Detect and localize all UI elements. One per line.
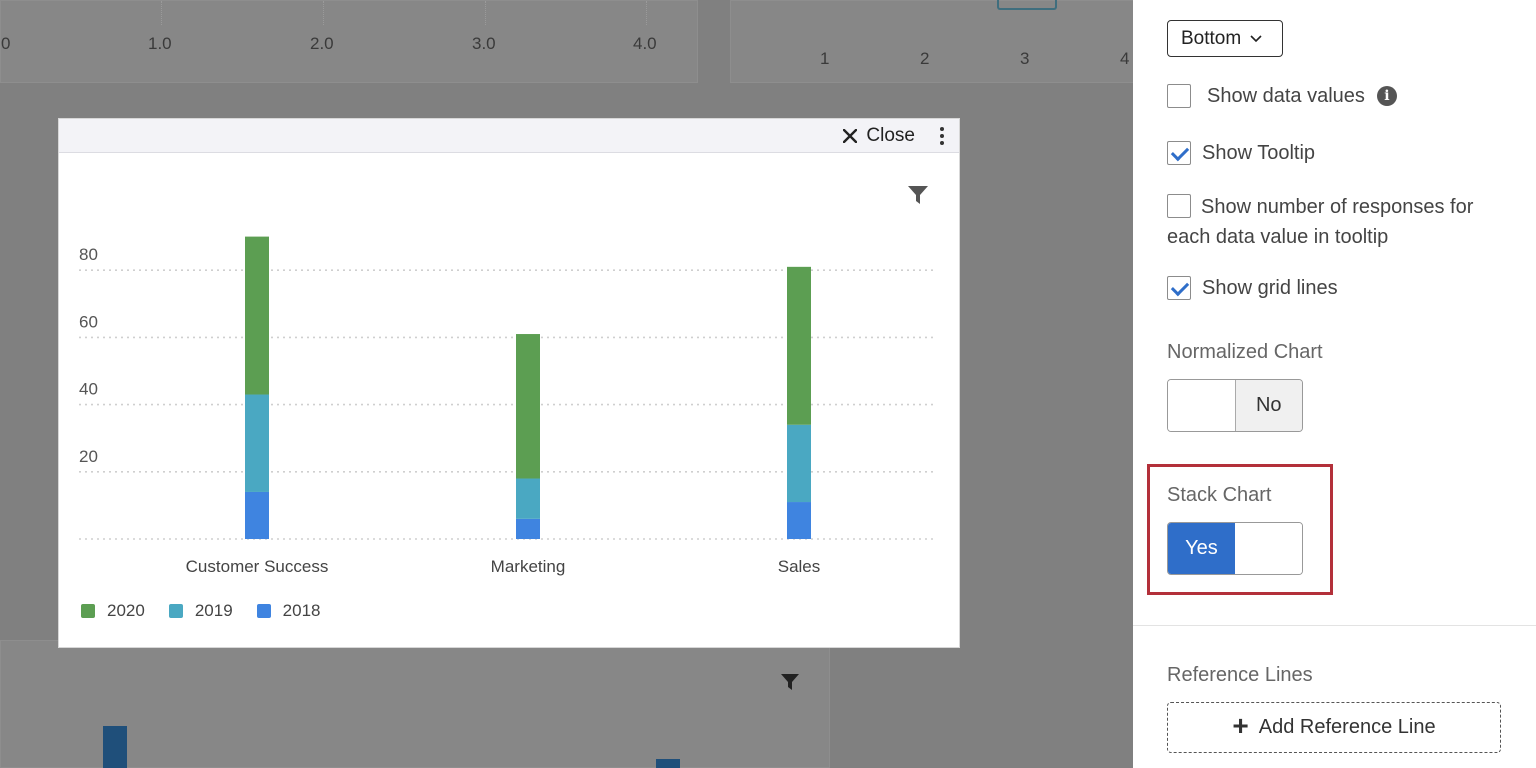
close-label: Close bbox=[866, 125, 915, 146]
info-icon[interactable]: i bbox=[1376, 86, 1397, 106]
add-reference-line-label: Add Reference Line bbox=[1258, 716, 1436, 738]
show-data-values-row: Show data values i bbox=[1167, 84, 1397, 108]
x-category-label: Sales bbox=[778, 557, 821, 576]
bg-x-tick: 0 bbox=[1, 34, 11, 53]
bg-x-tick: 2 bbox=[920, 49, 930, 68]
close-x-icon bbox=[843, 129, 858, 143]
toggle-off-segment[interactable] bbox=[1235, 523, 1302, 574]
show-grid-lines-checkbox[interactable] bbox=[1167, 276, 1191, 300]
bg-grid-line bbox=[646, 1, 647, 25]
add-reference-line-button[interactable]: + Add Reference Line bbox=[1167, 702, 1501, 753]
bg-x-tick: 4 bbox=[1120, 49, 1130, 68]
bar-segment bbox=[787, 502, 811, 539]
dropdown-value: Bottom bbox=[1181, 27, 1242, 49]
bar-segment bbox=[516, 478, 540, 519]
chart-legend: 2020 2019 2018 bbox=[81, 601, 320, 621]
bar-segment bbox=[245, 394, 269, 492]
legend-swatch bbox=[256, 604, 271, 618]
legend-label: 2019 bbox=[194, 601, 233, 620]
bg-grid-line bbox=[161, 1, 162, 25]
chevron-down-icon bbox=[1250, 34, 1262, 42]
normalized-chart-toggle[interactable]: No bbox=[1167, 379, 1303, 432]
bg-x-tick: 3 bbox=[1020, 49, 1030, 68]
bg-x-tick: 2.0 bbox=[310, 34, 334, 53]
bg-bar bbox=[656, 759, 680, 768]
toggle-off-segment[interactable] bbox=[1168, 380, 1235, 431]
bar-segment bbox=[245, 236, 269, 395]
y-tick-label: 20 bbox=[79, 447, 98, 466]
legend-swatch bbox=[81, 604, 95, 618]
background-chart-widget: 0 1.0 2.0 3.0 4.0 bbox=[0, 0, 698, 83]
kebab-menu-icon[interactable] bbox=[937, 127, 947, 147]
stack-chart-toggle[interactable]: Yes bbox=[1167, 522, 1303, 575]
bar-segment bbox=[245, 491, 269, 539]
legend-label: 2018 bbox=[282, 601, 321, 620]
chart-modal: Close 20 40 60 80 Customer Success Marketing S… bbox=[58, 118, 960, 648]
legend-item-2020[interactable]: 2020 bbox=[81, 601, 145, 621]
y-tick-label: 80 bbox=[79, 245, 98, 264]
show-tooltip-row: Show Tooltip bbox=[1167, 141, 1315, 165]
legend-swatch bbox=[168, 604, 183, 618]
chart-settings-panel: Bottom Show data values i Show Tooltip S… bbox=[1133, 0, 1536, 768]
legend-item-2018[interactable]: 2018 bbox=[256, 601, 321, 621]
bar-segment bbox=[787, 266, 811, 425]
show-responses-label: Show number of responses for each data v… bbox=[1167, 196, 1474, 248]
bg-bar bbox=[103, 726, 127, 768]
plus-icon: + bbox=[1232, 710, 1249, 741]
section-divider bbox=[1133, 625, 1536, 626]
background-chart-widget: 1 2 3 4 bbox=[730, 0, 1134, 83]
stacked-bar-chart: 20 40 60 80 Customer Success Marketing Sales bbox=[79, 236, 933, 576]
bg-box-mark bbox=[997, 0, 1057, 10]
bg-grid-line bbox=[323, 1, 324, 25]
show-data-values-label: Show data values bbox=[1207, 84, 1365, 107]
bg-x-tick: 1 bbox=[820, 49, 830, 68]
bg-filter-icon bbox=[781, 674, 799, 690]
toggle-no-segment[interactable]: No bbox=[1234, 380, 1302, 431]
show-tooltip-checkbox[interactable] bbox=[1167, 141, 1191, 165]
bar-segment bbox=[787, 424, 811, 503]
background-chart-widget bbox=[0, 640, 830, 768]
show-grid-lines-label: Show grid lines bbox=[1202, 276, 1338, 299]
modal-header: Close bbox=[59, 119, 959, 153]
normalized-chart-label: Normalized Chart bbox=[1167, 341, 1323, 363]
toggle-yes-segment[interactable]: Yes bbox=[1168, 523, 1235, 574]
x-category-label: Marketing bbox=[491, 557, 566, 576]
show-grid-lines-row: Show grid lines bbox=[1167, 276, 1338, 300]
bar-segment bbox=[516, 334, 540, 479]
reference-lines-label: Reference Lines bbox=[1167, 664, 1313, 686]
legend-label: 2020 bbox=[107, 601, 145, 620]
y-tick-label: 40 bbox=[79, 380, 98, 399]
legend-position-dropdown[interactable]: Bottom bbox=[1167, 20, 1283, 57]
show-tooltip-label: Show Tooltip bbox=[1202, 141, 1316, 164]
bg-x-tick: 1.0 bbox=[148, 34, 172, 53]
show-data-values-checkbox[interactable] bbox=[1167, 84, 1191, 108]
y-tick-label: 60 bbox=[79, 312, 98, 331]
legend-item-2019[interactable]: 2019 bbox=[168, 601, 233, 621]
bg-x-tick: 3.0 bbox=[472, 34, 496, 53]
bg-x-tick: 4.0 bbox=[633, 34, 657, 53]
stack-chart-label: Stack Chart bbox=[1167, 484, 1272, 506]
bg-grid-line bbox=[485, 1, 486, 25]
x-category-label: Customer Success bbox=[186, 557, 329, 576]
close-button[interactable]: Close bbox=[843, 125, 915, 147]
bar-segment bbox=[516, 518, 540, 539]
